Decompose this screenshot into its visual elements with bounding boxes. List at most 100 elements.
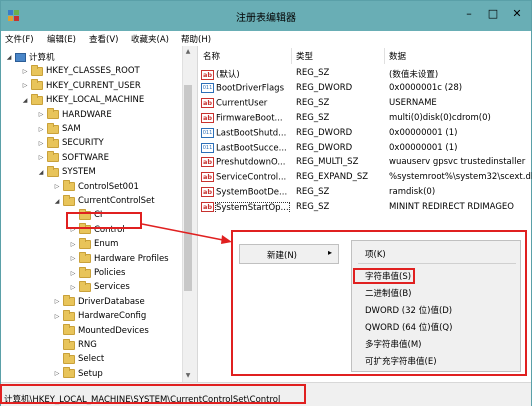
expand-arrow-icon[interactable]: ▷ [69, 284, 77, 291]
tree-node[interactable]: ▷ HardwareConfig [53, 309, 146, 323]
submenu-dword-value[interactable]: DWORD (32 位)值(D) [365, 304, 452, 316]
tree-node[interactable]: ▷ Enum [69, 237, 118, 251]
collapse-arrow-icon[interactable]: ◢ [37, 169, 45, 176]
tree-node[interactable]: ▷ Setup [53, 367, 103, 381]
collapse-arrow-icon[interactable]: ◢ [5, 54, 13, 61]
tree-node[interactable]: ◢ 计算机 [5, 50, 55, 64]
maximize-icon[interactable]: □ [483, 5, 503, 23]
column-separator[interactable] [384, 48, 385, 64]
expand-arrow-icon[interactable]: ▷ [53, 313, 61, 320]
tree-node[interactable]: ◢ CurrentControlSet [53, 194, 155, 208]
value-data: ramdisk(0) [389, 187, 436, 198]
tree-node-label: HardwareConfig [78, 311, 147, 322]
expand-arrow-icon[interactable]: ▷ [69, 255, 77, 262]
binary-value-icon: 011 [201, 82, 214, 93]
folder-icon [31, 64, 43, 76]
folder-icon [79, 252, 91, 264]
menu-view[interactable]: 查看(V) [89, 33, 118, 45]
collapse-arrow-icon[interactable]: ◢ [21, 97, 29, 104]
tree-node[interactable]: ▷ HARDWARE [37, 108, 112, 122]
expand-arrow-icon[interactable]: ▷ [53, 298, 61, 305]
tree-scrollbar-thumb[interactable] [184, 85, 192, 291]
context-new-item[interactable]: 新建(N) [267, 249, 297, 261]
submenu-qword-value[interactable]: QWORD (64 位)值(Q) [365, 321, 452, 333]
value-data: 0x0000001c (28) [389, 82, 463, 93]
expand-arrow-icon[interactable]: ▷ [37, 154, 45, 161]
tree-node[interactable]: ▷ Hardware Profiles [69, 252, 169, 266]
menu-edit[interactable]: 编辑(E) [47, 33, 76, 45]
tree-node[interactable]: RNG [53, 338, 97, 352]
tree-node[interactable]: Select [53, 352, 104, 366]
value-name: FirmwareBoot... [216, 113, 283, 124]
expand-arrow-icon[interactable]: ▷ [21, 68, 29, 75]
value-row[interactable]: 011 LastBootShutd... REG_DWORD 0x00000001 (… [199, 127, 532, 141]
value-type: REG_SZ [296, 97, 330, 108]
close-icon[interactable]: ✕ [507, 5, 527, 23]
folder-icon [79, 237, 91, 249]
value-row[interactable]: 011 BootDriverFlags REG_DWORD 0x0000001c (2… [199, 82, 532, 96]
submenu-binary-value[interactable]: 二进制值(B) [365, 287, 411, 299]
computer-icon [15, 52, 26, 62]
tree-node[interactable]: ▷ ControlSet001 [53, 180, 139, 194]
column-separator[interactable] [291, 48, 292, 64]
submenu-key[interactable]: 项(K) [365, 248, 386, 260]
menu-file[interactable]: 文件(F) [5, 33, 34, 45]
scroll-up-icon[interactable]: ▲ [182, 47, 194, 57]
value-type: REG_SZ [296, 202, 330, 213]
folder-icon [63, 194, 75, 206]
folder-icon [31, 93, 43, 105]
value-row[interactable]: ab SystemStartOp... REG_SZ MININT REDIRECT … [199, 201, 532, 215]
expand-arrow-icon[interactable]: ▷ [69, 241, 77, 248]
tree-node[interactable]: ◢ HKEY_LOCAL_MACHINE [21, 93, 144, 107]
expand-arrow-icon[interactable]: ▷ [37, 126, 45, 133]
folder-icon [63, 324, 75, 336]
value-data: (数值未设置) [389, 70, 439, 80]
value-name: SystemBootDe... [216, 187, 288, 198]
tree-node[interactable]: ▷ SOFTWARE [37, 151, 109, 165]
column-header-name[interactable]: 名称 [203, 50, 220, 62]
title-bar[interactable]: 注册表编辑器 – □ ✕ [1, 1, 531, 31]
tree-node[interactable]: ▷ HKEY_CLASSES_ROOT [21, 64, 140, 78]
folder-icon [47, 151, 59, 163]
value-row[interactable]: ab SystemBootDe... REG_SZ ramdisk(0) [199, 186, 532, 200]
folder-icon [63, 309, 75, 321]
expand-arrow-icon[interactable]: ▷ [53, 370, 61, 377]
tree-node-label: ControlSet001 [78, 181, 139, 192]
tree-node[interactable]: MountedDevices [53, 324, 149, 338]
submenu-expandstring-value[interactable]: 可扩充字符串值(E) [365, 355, 437, 367]
value-type: REG_SZ [296, 68, 330, 78]
scroll-down-icon[interactable]: ▼ [182, 371, 194, 381]
expand-arrow-icon[interactable]: ▷ [37, 111, 45, 118]
value-row[interactable]: ab CurrentUser REG_SZ USERNAME [199, 97, 532, 111]
expand-arrow-icon[interactable]: ▷ [69, 270, 77, 277]
menu-help[interactable]: 帮助(H) [181, 33, 211, 45]
tree-node[interactable]: ▷ Policies [69, 266, 125, 280]
string-value-icon: ab [201, 202, 214, 213]
column-header-type[interactable]: 类型 [296, 50, 313, 62]
expand-arrow-icon[interactable]: ▷ [21, 82, 29, 89]
value-row[interactable]: ab PreshutdownO... REG_MULTI_SZ wuauserv gp… [199, 156, 532, 170]
tree-node[interactable]: ▷ SAM [37, 122, 81, 136]
column-header-data[interactable]: 数据 [389, 50, 406, 62]
folder-icon [63, 367, 75, 379]
tree-node[interactable]: ▷ DriverDatabase [53, 295, 145, 309]
expand-arrow-icon[interactable]: ▷ [37, 140, 45, 147]
menu-favorites[interactable]: 收藏夹(A) [131, 33, 169, 45]
value-row[interactable]: ab ServiceControl... REG_EXPAND_SZ %systemr… [199, 171, 532, 185]
value-data: 0x00000001 (1) [389, 142, 458, 153]
tree-node[interactable]: ▷ HKEY_CURRENT_USER [21, 79, 141, 93]
value-row[interactable]: ab FirmwareBoot... REG_SZ multi(0)disk(0)cd… [199, 112, 532, 126]
value-type: REG_EXPAND_SZ [296, 172, 369, 183]
new-submenu: 项(K) 字符串值(S) 二进制值(B) DWORD (32 位)值(D) QW… [351, 240, 521, 372]
pane-splitter[interactable] [194, 46, 198, 382]
value-row[interactable]: ab (默认) REG_SZ (数值未设置) [199, 67, 532, 81]
collapse-arrow-icon[interactable]: ◢ [53, 198, 61, 205]
minimize-icon[interactable]: – [459, 5, 479, 23]
value-row[interactable]: 011 LastBootSucce... REG_DWORD 0x00000001 (… [199, 142, 532, 156]
tree-node-label: SECURITY [62, 138, 104, 149]
tree-node[interactable]: ▷ Services [69, 280, 130, 294]
submenu-multistring-value[interactable]: 多字符串值(M) [365, 338, 421, 350]
expand-arrow-icon[interactable]: ▷ [53, 183, 61, 190]
tree-node[interactable]: ▷ SECURITY [37, 136, 104, 150]
tree-node[interactable]: ◢ SYSTEM [37, 165, 96, 179]
